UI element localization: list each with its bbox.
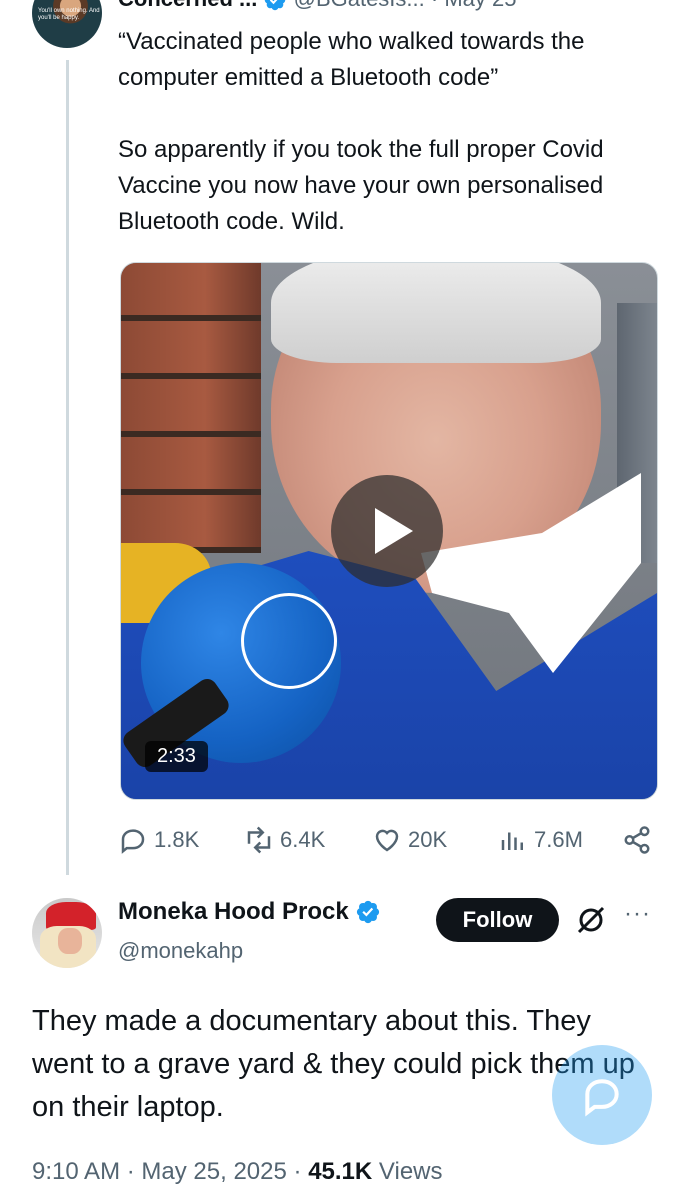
reply-views-count: 45.1K [308, 1158, 373, 1185]
parent-action-bar: 1.8K 6.4K 20K 7.6M [118, 820, 658, 860]
reply-views-label: Views [378, 1158, 443, 1185]
share-action[interactable] [622, 820, 652, 860]
analytics-icon [501, 832, 523, 850]
heart-icon [375, 829, 399, 852]
compose-reply-button[interactable] [552, 1045, 652, 1145]
verified-badge-icon [265, 0, 286, 11]
reply-icon [121, 829, 145, 854]
video-frame-background [121, 263, 261, 553]
reply-timestamp: 9:10 AM · May 25, 2025 · 45.1K Views [32, 1158, 443, 1185]
video-duration: 2:33 [145, 741, 208, 772]
grok-icon[interactable] [575, 904, 607, 936]
views-count: 7.6M [534, 827, 583, 852]
play-button-icon[interactable] [331, 475, 443, 587]
chat-bubble-icon [585, 1079, 619, 1117]
reply-count: 1.8K [154, 827, 200, 852]
parent-tweet-quote: “Vaccinated people who walked towards th… [118, 28, 585, 91]
reply-author-avatar[interactable] [32, 898, 102, 968]
reply-action[interactable]: 1.8K [118, 820, 199, 860]
repost-count: 6.4K [280, 827, 326, 852]
share-icon [624, 826, 650, 854]
parent-author-name[interactable]: Concerned ... [118, 0, 257, 11]
parent-author-handle[interactable]: @BGatesIs... [294, 0, 425, 11]
like-action[interactable]: 20K [372, 820, 447, 860]
avatar-caption: You'll own nothing. And you'll be happy. [38, 8, 100, 21]
parent-tweet-body: So apparently if you took the full prope… [118, 136, 604, 235]
reply-date[interactable]: May 25, 2025 [141, 1158, 286, 1185]
verified-badge-icon [356, 900, 379, 924]
like-count: 20K [408, 827, 448, 852]
thread-connector [66, 60, 69, 875]
parent-author-avatar[interactable]: You'll own nothing. And you'll be happy. [32, 0, 102, 48]
parent-tweet-date[interactable]: May 25 [444, 0, 516, 11]
parent-more-icon[interactable]: ··· [622, 0, 647, 10]
video-player[interactable]: 2:33 [120, 262, 658, 800]
reply-more-icon[interactable]: ··· [624, 900, 651, 928]
repost-action[interactable]: 6.4K [244, 820, 325, 860]
parent-tweet-header: Concerned ... @BGatesIs... · May 25 [118, 0, 517, 12]
views-action[interactable]: 7.6M [498, 820, 583, 860]
reply-author-name[interactable]: Moneka Hood Prock [118, 898, 349, 926]
reply-time[interactable]: 9:10 AM [32, 1158, 120, 1185]
reply-author-handle[interactable]: @monekahp [118, 938, 243, 964]
repost-icon [247, 826, 271, 854]
follow-button[interactable]: Follow [436, 898, 559, 942]
reply-author-name-row[interactable]: Moneka Hood Prock [118, 898, 381, 926]
